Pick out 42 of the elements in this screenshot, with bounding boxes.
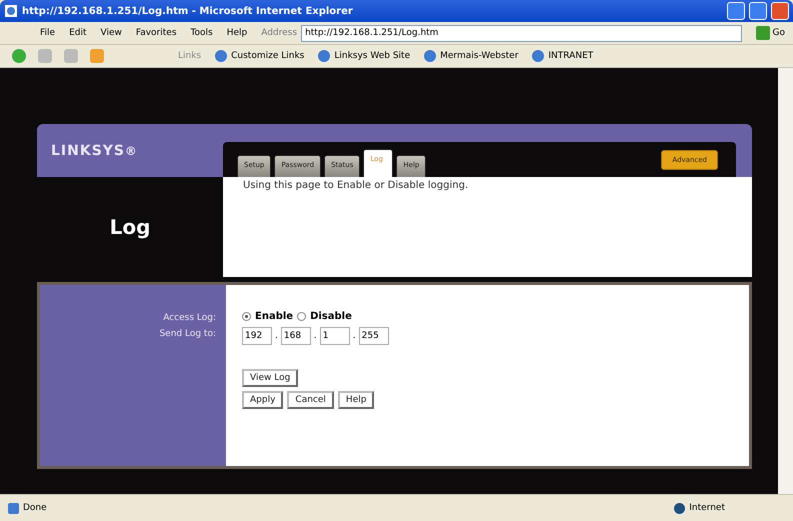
scrollbar[interactable] [778, 68, 793, 494]
maximize-button[interactable] [749, 2, 767, 20]
menu-item[interactable]: Favorites [136, 28, 177, 38]
menu-item[interactable]: File [40, 28, 56, 38]
field-label: Send Log to: [159, 329, 216, 339]
field-label: Access Log: [163, 313, 216, 323]
ip-field[interactable]: 192 [242, 327, 272, 345]
radio-button[interactable] [242, 312, 251, 320]
close-button[interactable] [771, 2, 789, 20]
radio-button[interactable] [297, 312, 306, 320]
links-label: Links [178, 51, 202, 61]
go-button[interactable]: Go [756, 26, 785, 40]
ip-field[interactable]: 168 [280, 327, 311, 345]
radio-label: Disable [310, 310, 352, 322]
section-title: Log [37, 177, 223, 277]
link[interactable]: Linksys Web Site [318, 50, 410, 62]
ip-field[interactable]: 255 [358, 327, 389, 345]
ip-field[interactable]: 1 [320, 327, 350, 345]
ip-separator: . [275, 331, 278, 341]
link[interactable]: Mermais-Webster [424, 50, 518, 62]
address-field[interactable]: http://192.168.1.251/Log.htm [301, 24, 742, 42]
menu-item[interactable]: View [100, 28, 122, 38]
form-button[interactable]: Help [338, 391, 374, 409]
ip-separator: . [314, 331, 317, 341]
form-button[interactable]: Apply [242, 391, 284, 409]
status-text: Done [23, 503, 48, 513]
address-label: Address [261, 28, 298, 38]
intro-text: Using this page to Enable or Disable logging. [223, 177, 752, 277]
minimize-button[interactable] [727, 2, 745, 20]
view-log-button[interactable]: View Log [242, 369, 298, 387]
globe-icon [674, 502, 686, 514]
link[interactable]: INTRANET [532, 50, 594, 62]
radio-label: Enable [255, 310, 294, 322]
menu-item[interactable]: Edit [69, 28, 86, 38]
ip-separator: . [352, 331, 356, 341]
back-icon[interactable] [12, 49, 26, 63]
zone-text: Internet [689, 503, 725, 513]
menu-item[interactable]: Help [226, 28, 248, 38]
form-button[interactable]: Cancel [287, 391, 334, 409]
window-title: http://192.168.1.251/Log.htm - Microsoft Internet Explorer [22, 6, 354, 16]
link[interactable]: Customize Links [215, 50, 304, 62]
menu-item[interactable]: Tools [190, 28, 213, 38]
